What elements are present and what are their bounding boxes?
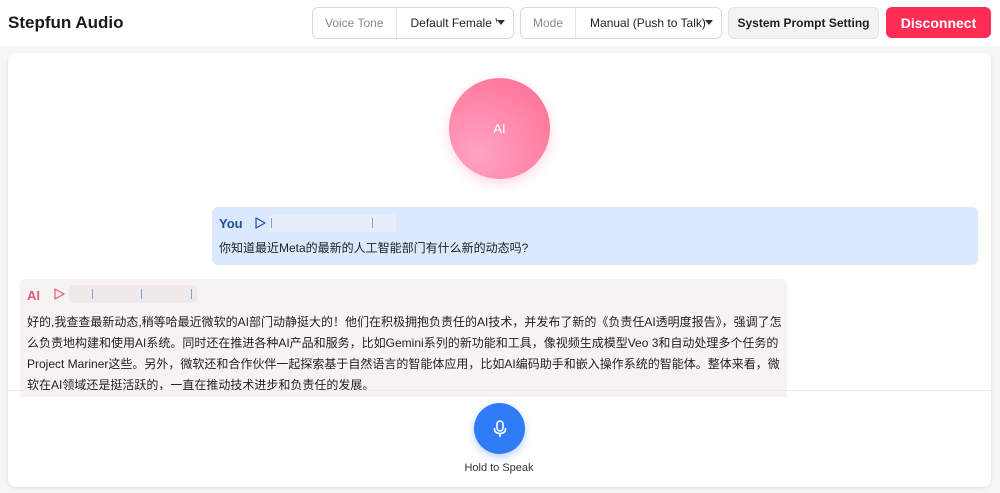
microphone-icon [493,419,506,437]
disconnect-button[interactable]: Disconnect [886,7,991,38]
voice-tone-select[interactable]: Voice Tone Default Female V [312,7,514,39]
audio-waveform[interactable] [69,285,197,303]
play-icon[interactable] [53,288,65,300]
voice-tone-label: Voice Tone [313,8,397,38]
message-sender: AI [27,288,40,303]
chevron-down-icon [497,20,505,25]
voice-tone-value: Default Female V [410,16,497,30]
system-prompt-button[interactable]: System Prompt Setting [728,7,879,39]
message-sender: You [219,216,243,231]
mode-select[interactable]: Mode Manual (Push to Talk) [520,7,722,39]
ai-avatar-label: AI [493,121,506,136]
chevron-down-icon [705,20,713,25]
hold-to-speak-caption: Hold to Speak [464,462,534,474]
conversation-panel: AI You 你知道最近Meta的最新的人工智能部门有什么新的动态吗? AI 好… [8,53,991,487]
user-message: You 你知道最近Meta的最新的人工智能部门有什么新的动态吗? [212,207,978,265]
message-text: 好的,我查查最新动态,稍等哈最近微软的AI部门动静挺大的！他们在积极拥抱负责任的… [27,315,782,392]
hold-to-speak-button[interactable] [474,403,525,454]
mode-label: Mode [521,8,577,38]
top-bar: Stepfun Audio Voice Tone Default Female … [0,0,1000,46]
app-title: Stepfun Audio [8,13,124,32]
mode-value: Manual (Push to Talk) [590,16,706,30]
audio-waveform[interactable] [269,214,396,232]
ai-avatar: AI [449,78,550,179]
divider [8,390,991,391]
ai-message: AI 好的,我查查最新动态,稍等哈最近微软的AI部门动静挺大的！他们在积极拥抱负… [20,279,787,397]
message-text: 你知道最近Meta的最新的人工智能部门有什么新的动态吗? [219,241,529,255]
play-icon[interactable] [254,217,266,229]
